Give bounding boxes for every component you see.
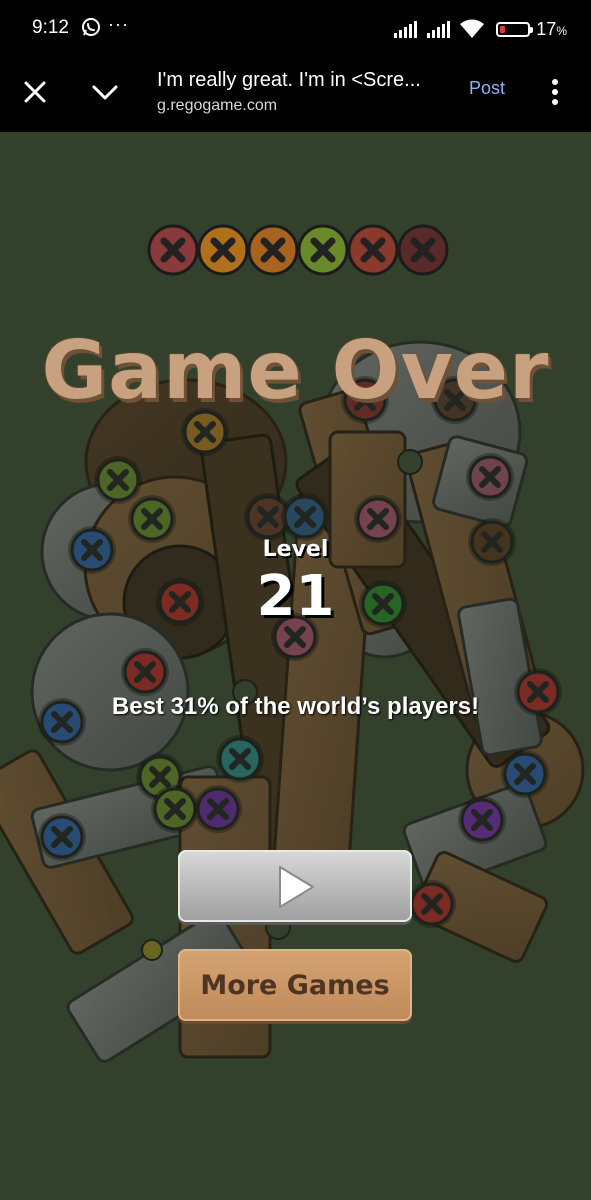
collected-screw-icon bbox=[147, 224, 199, 276]
page-url: g.regogame.com bbox=[157, 97, 278, 114]
collected-screw-icon bbox=[197, 224, 249, 276]
collected-screw-icon bbox=[397, 224, 449, 276]
play-icon bbox=[279, 866, 314, 908]
game-canvas: Game Over Level 21 Best 31% of the world… bbox=[0, 132, 591, 1200]
whatsapp-icon bbox=[82, 18, 100, 36]
play-button[interactable] bbox=[178, 850, 412, 922]
status-bar: 9:12 ··· 17% bbox=[0, 0, 591, 58]
more-games-button[interactable]: More Games bbox=[178, 949, 412, 1021]
collected-screw-icon bbox=[247, 224, 299, 276]
chevron-down-icon[interactable] bbox=[89, 77, 121, 107]
signal-icon bbox=[427, 20, 451, 38]
game-over-overlay bbox=[0, 132, 591, 1200]
status-right-group: 17% bbox=[394, 16, 567, 42]
wifi-icon bbox=[460, 19, 485, 38]
battery-percent: 17% bbox=[536, 18, 567, 39]
signal-icon bbox=[394, 20, 418, 38]
status-time: 9:12 bbox=[32, 17, 69, 38]
page-title: I'm really great. I'm in <Scre... bbox=[157, 69, 421, 91]
post-button[interactable]: Post bbox=[469, 78, 505, 99]
close-icon[interactable] bbox=[20, 77, 50, 107]
level-number: 21 bbox=[256, 564, 335, 629]
browser-toolbar: I'm really great. I'm in <Scre... g.rego… bbox=[0, 58, 591, 132]
status-more-indicator: ··· bbox=[108, 14, 129, 34]
more-vert-icon[interactable] bbox=[545, 76, 565, 108]
collected-screw-icon bbox=[347, 224, 399, 276]
game-over-title: Game Over bbox=[41, 324, 550, 417]
rank-text: Best 31% of the world’s players! bbox=[111, 693, 480, 720]
level-label: Level bbox=[262, 537, 329, 562]
collected-screw-icon bbox=[297, 224, 349, 276]
collected-screws bbox=[147, 224, 449, 276]
battery-icon bbox=[496, 21, 534, 37]
